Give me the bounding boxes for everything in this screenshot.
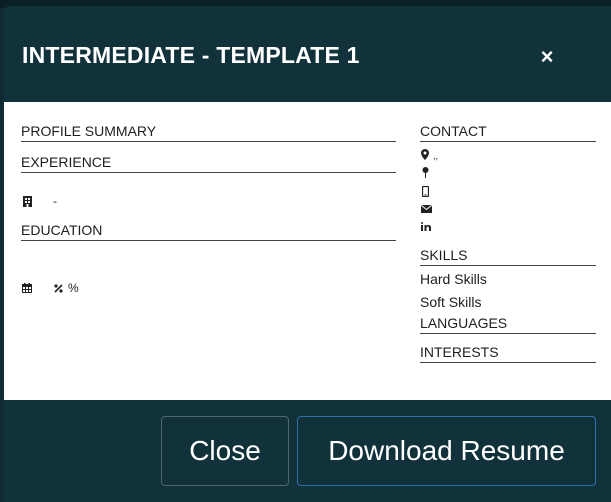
percent-icon bbox=[53, 282, 63, 294]
languages-heading: LANGUAGES bbox=[420, 314, 596, 334]
contact-location-row: ,, bbox=[420, 148, 596, 161]
modal-title: INTERMEDIATE - TEMPLATE 1 bbox=[22, 42, 360, 68]
linkedin-icon bbox=[420, 220, 432, 232]
contact-location-text: ,, bbox=[433, 151, 439, 161]
mobile-icon bbox=[420, 185, 430, 197]
building-icon bbox=[22, 195, 32, 207]
skills-heading: SKILLS bbox=[420, 246, 596, 266]
calendar-icon bbox=[22, 282, 32, 294]
contact-email-row bbox=[420, 203, 596, 215]
education-heading: EDUCATION bbox=[21, 221, 396, 241]
pin-icon bbox=[420, 166, 430, 178]
profile-summary-heading: PROFILE SUMMARY bbox=[21, 122, 396, 142]
education-entry-text: % bbox=[68, 281, 79, 295]
experience-heading: EXPERIENCE bbox=[21, 153, 396, 173]
contact-pin-row bbox=[420, 166, 596, 178]
contact-phone-row bbox=[420, 185, 596, 197]
experience-entry-text: - bbox=[53, 194, 57, 208]
resume-left-column: PROFILE SUMMARY EXPERIENCE - EDUCATION % bbox=[21, 122, 396, 295]
contact-heading: CONTACT bbox=[420, 122, 596, 142]
close-icon[interactable]: × bbox=[536, 44, 558, 69]
hard-skills-label: Hard Skills bbox=[420, 271, 487, 287]
modal-footer: Close Download Resume bbox=[4, 400, 611, 502]
education-entry: % bbox=[21, 281, 396, 295]
contact-linkedin-row bbox=[420, 220, 596, 232]
interests-heading: INTERESTS bbox=[420, 343, 596, 363]
resume-body: PROFILE SUMMARY EXPERIENCE - EDUCATION % bbox=[4, 102, 611, 400]
map-marker-icon bbox=[420, 148, 430, 160]
modal-header: INTERMEDIATE - TEMPLATE 1 × bbox=[4, 6, 611, 102]
resume-preview-modal: INTERMEDIATE - TEMPLATE 1 × PROFILE SUMM… bbox=[4, 6, 611, 502]
resume-right-column: CONTACT ,, SKILLS Hard Skills Soft Skill… bbox=[420, 122, 596, 363]
close-button[interactable]: Close bbox=[161, 416, 289, 486]
soft-skills-label: Soft Skills bbox=[420, 294, 482, 310]
download-resume-button[interactable]: Download Resume bbox=[297, 416, 596, 486]
envelope-icon bbox=[420, 203, 432, 215]
experience-entry: - bbox=[21, 194, 396, 208]
